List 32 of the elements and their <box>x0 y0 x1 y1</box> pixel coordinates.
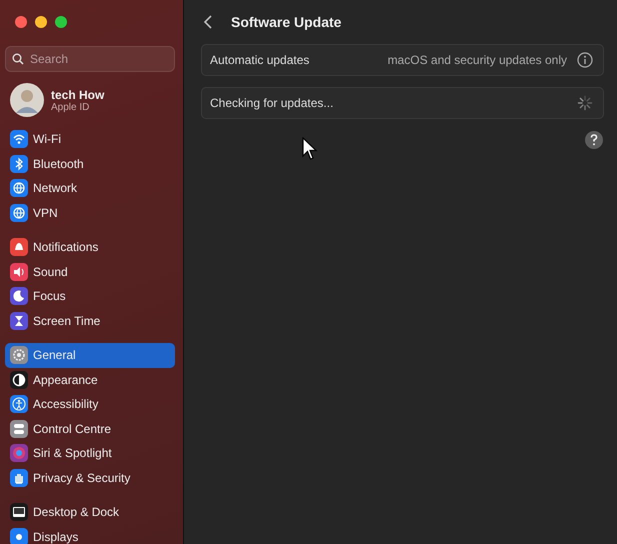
sidebar-item[interactable]: Network <box>5 176 175 200</box>
sidebar-item[interactable]: Focus <box>5 284 175 308</box>
zoom-icon[interactable] <box>55 16 67 28</box>
sidebar-item[interactable]: Wi-Fi <box>5 127 175 152</box>
help-icon[interactable] <box>584 130 604 150</box>
row-value[interactable]: macOS and security updates only <box>388 53 567 67</box>
sidebar-item[interactable]: Accessibility <box>5 392 175 416</box>
close-icon[interactable] <box>15 16 27 28</box>
sidebar-item[interactable]: Displays <box>5 524 175 544</box>
page-title: Software Update <box>231 14 342 30</box>
row-label: Checking for updates... <box>210 96 334 110</box>
sidebar-item[interactable]: Notifications <box>5 235 175 260</box>
account-name[interactable]: tech How <box>51 88 104 102</box>
search-icon <box>12 53 24 65</box>
minimize-icon[interactable] <box>35 16 47 28</box>
sidebar-item[interactable]: Siri & Spotlight <box>5 441 175 466</box>
spinner-icon <box>577 95 593 111</box>
sidebar-item[interactable]: Bluetooth <box>5 152 175 176</box>
sidebar-item[interactable]: General <box>5 343 175 368</box>
sidebar-item[interactable]: Screen Time <box>5 308 175 333</box>
back-icon[interactable] <box>203 14 213 30</box>
sidebar-item[interactable]: Desktop & Dock <box>5 500 175 524</box>
sidebar-item[interactable]: Appearance <box>5 368 175 392</box>
cursor-icon <box>302 137 318 161</box>
sidebar-item[interactable]: VPN <box>5 200 175 225</box>
info-icon[interactable] <box>577 52 593 68</box>
account-subtitle: Apple ID <box>51 102 90 112</box>
avatar[interactable] <box>10 83 44 117</box>
sidebar-item[interactable]: Control Centre <box>5 416 175 441</box>
sidebar-item[interactable]: Privacy & Security <box>5 466 175 490</box>
row-label: Automatic updates <box>210 53 310 67</box>
sidebar-item[interactable]: Sound <box>5 260 175 284</box>
